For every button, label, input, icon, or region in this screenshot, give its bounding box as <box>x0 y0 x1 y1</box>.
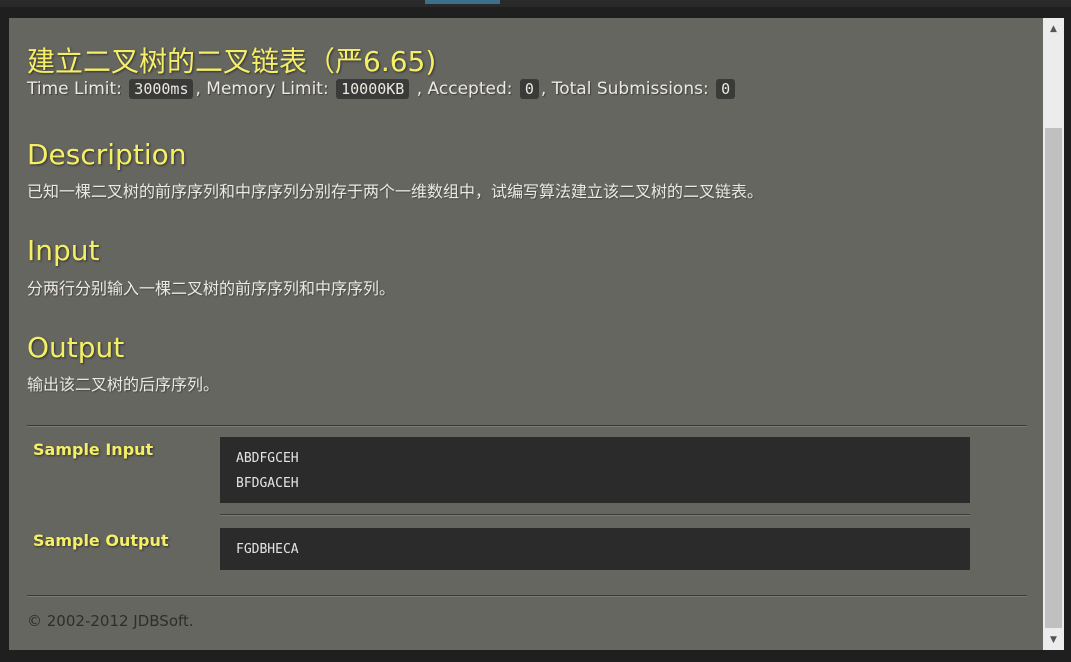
problem-modal: 建立二叉树的二叉链表（严6.65) Time Limit: 3000ms, Me… <box>9 18 1043 650</box>
sample-input-label: Sample Input <box>33 440 154 459</box>
input-heading: Input <box>27 234 100 267</box>
memory-limit-value: 10000KB <box>336 79 410 99</box>
scroll-down-arrow-icon[interactable]: ▼ <box>1043 629 1064 650</box>
background-tab-hint <box>425 0 500 4</box>
description-heading: Description <box>27 138 187 171</box>
vertical-scrollbar[interactable]: ▲ ▼ <box>1043 18 1064 650</box>
footer-copyright: © 2002-2012 JDBSoft. <box>27 612 194 630</box>
time-limit-value: 3000ms <box>129 79 194 99</box>
accepted-count: 0 <box>519 79 539 99</box>
output-text: 输出该二叉树的后序序列。 <box>27 375 220 394</box>
sample-input-line: BFDGACEH <box>236 476 299 491</box>
background-page-strip <box>0 0 1071 7</box>
sample-input-line: ABDFGCEH <box>236 451 299 466</box>
output-heading: Output <box>27 331 125 364</box>
description-text: 已知一棵二叉树的前序序列和中序序列分别存于两个一维数组中，试编写算法建立该二叉树… <box>27 182 764 201</box>
input-text: 分两行分别输入一棵二叉树的前序序列和中序序列。 <box>27 279 396 298</box>
footer-divider <box>27 595 1027 597</box>
sample-divider <box>220 514 970 516</box>
total-submissions-count: 0 <box>716 79 736 99</box>
problem-meta: Time Limit: 3000ms, Memory Limit: 10000K… <box>27 79 737 99</box>
memory-limit-label: , Memory Limit: <box>195 79 329 99</box>
scroll-up-arrow-icon[interactable]: ▲ <box>1043 18 1064 39</box>
scrollbar-thumb[interactable] <box>1045 128 1062 628</box>
section-divider <box>27 425 1027 427</box>
total-submissions-label: , Total Submissions: <box>540 79 709 99</box>
sample-output-label: Sample Output <box>33 531 169 550</box>
sample-output-box: FGDBHECA <box>220 528 970 570</box>
sample-output-line: FGDBHECA <box>236 542 299 557</box>
time-limit-label: Time Limit: <box>27 79 122 99</box>
problem-title: 建立二叉树的二叉链表（严6.65) <box>27 45 437 78</box>
accepted-label: , Accepted: <box>416 79 513 99</box>
sample-input-box: ABDFGCEH BFDGACEH <box>220 437 970 503</box>
